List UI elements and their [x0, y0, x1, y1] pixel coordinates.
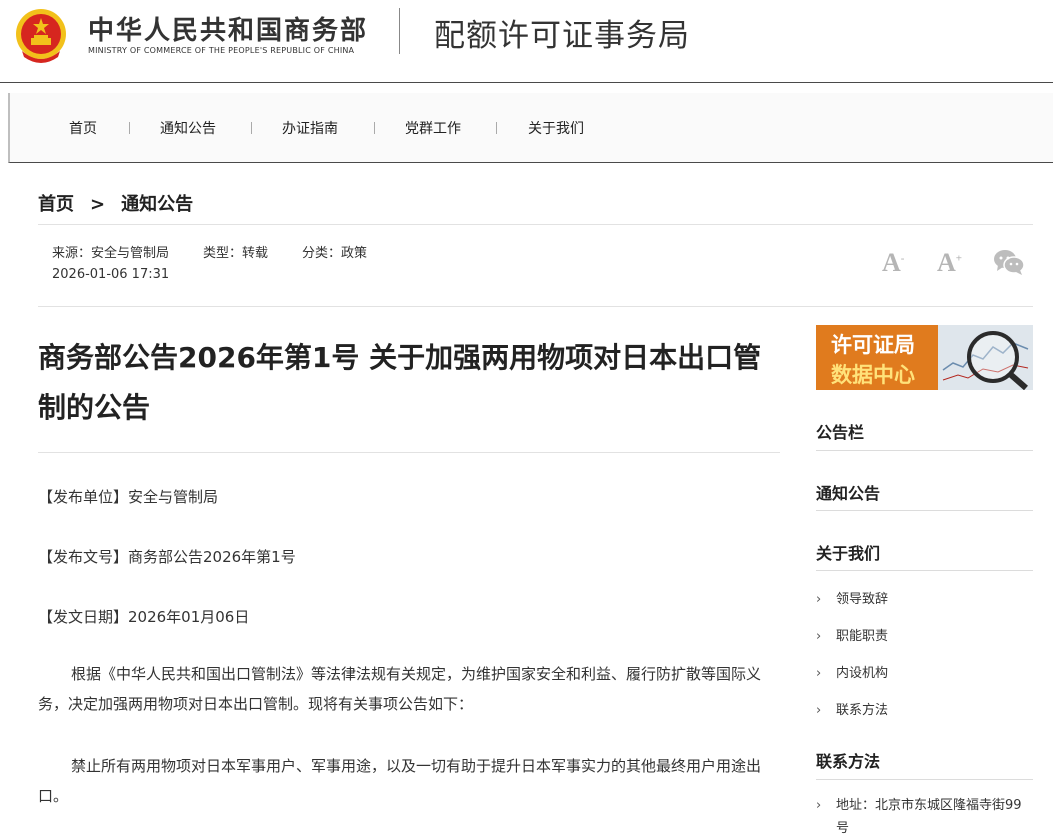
sidebar-divider: [816, 510, 1033, 511]
sidebar-divider: [816, 779, 1033, 780]
nav-item-guide[interactable]: 办证指南: [282, 118, 338, 138]
meta-datetime: 2026-01-06 17:31: [52, 267, 170, 282]
sidebar-contact-title: 联系方法: [816, 752, 881, 771]
font-increase-button[interactable]: A+: [937, 248, 962, 278]
ministry-name-en: MINISTRY OF COMMERCE OF THE PEOPLE'S REP…: [88, 46, 355, 55]
article-title: 商务部公告2026年第1号 关于加强两用物项对日本出口管制的公告: [38, 341, 762, 424]
meta-divider: [38, 306, 1033, 307]
header-divider: [399, 8, 400, 54]
nav-item-about[interactable]: 关于我们: [528, 118, 584, 138]
sidebar-link-functions[interactable]: › 职能职责: [816, 625, 888, 644]
field-publisher: 【发布单位】安全与管制局: [38, 488, 219, 506]
breadcrumb-separator: >: [90, 194, 106, 215]
breadcrumb-home[interactable]: 首页: [38, 194, 74, 215]
nav-item-home[interactable]: 首页: [69, 118, 97, 138]
ministry-name-cn: 中华人民共和国商务部: [88, 16, 369, 46]
magnifier-chart-icon: [938, 325, 1033, 390]
title-divider: [38, 452, 780, 453]
breadcrumb: 首页 > 通知公告: [38, 190, 193, 216]
nav-item-notices[interactable]: 通知公告: [160, 118, 216, 138]
sidebar-address: › 地址：北京市东城区隆福寺街99号: [816, 794, 1033, 840]
meta-type: 类型：转载: [203, 246, 269, 261]
banner-subtitle: 数据中心: [831, 363, 915, 387]
sidebar-link-leader-speech[interactable]: › 领导致辞: [816, 588, 888, 607]
nav-item-party[interactable]: 党群工作: [405, 118, 461, 138]
chevron-right-icon: ›: [816, 629, 822, 644]
nav-separator: [251, 122, 252, 134]
sidebar-link-contact[interactable]: › 联系方法: [816, 699, 888, 718]
data-center-banner[interactable]: 许可证局 数据中心: [816, 325, 1033, 390]
field-doc-number: 【发布文号】商务部公告2026年第1号: [38, 548, 296, 566]
meta-category: 分类：政策: [302, 246, 368, 261]
main-nav: 首页 通知公告 办证指南 党群工作 关于我们: [8, 93, 1053, 163]
sidebar-notices[interactable]: 通知公告: [816, 480, 880, 504]
bureau-name: 配额许可证事务局: [434, 18, 690, 54]
meta-source: 来源：安全与管制局: [52, 246, 170, 261]
chevron-right-icon: ›: [816, 592, 822, 607]
sidebar-notice-board[interactable]: 公告栏: [816, 419, 864, 443]
sidebar-divider: [816, 570, 1033, 571]
breadcrumb-current[interactable]: 通知公告: [121, 194, 193, 215]
chevron-right-icon: ›: [816, 703, 822, 718]
chevron-right-icon: ›: [816, 666, 822, 681]
breadcrumb-divider: [38, 224, 1033, 225]
font-decrease-button[interactable]: A-: [882, 248, 904, 278]
sidebar-about-us[interactable]: 关于我们: [816, 540, 880, 564]
nav-separator: [374, 122, 375, 134]
field-issue-date: 【发文日期】2026年01月06日: [38, 608, 250, 626]
article-paragraph: 禁止所有两用物项对日本军事用户、军事用途，以及一切有助于提升日本军事实力的其他最…: [38, 757, 762, 805]
chevron-right-icon: ›: [816, 798, 822, 813]
site-header: 中华人民共和国商务部 MINISTRY OF COMMERCE OF THE P…: [0, 0, 1053, 83]
banner-title: 许可证局: [831, 333, 915, 357]
nav-separator: [496, 122, 497, 134]
national-emblem-icon[interactable]: [14, 7, 68, 65]
sidebar-divider: [816, 450, 1033, 451]
sidebar-link-departments[interactable]: › 内设机构: [816, 662, 888, 681]
nav-separator: [129, 122, 130, 134]
article-paragraph: 根据《中华人民共和国出口管制法》等法律法规有关规定，为维护国家安全和利益、履行防…: [38, 665, 762, 713]
wechat-icon[interactable]: [993, 249, 1025, 275]
